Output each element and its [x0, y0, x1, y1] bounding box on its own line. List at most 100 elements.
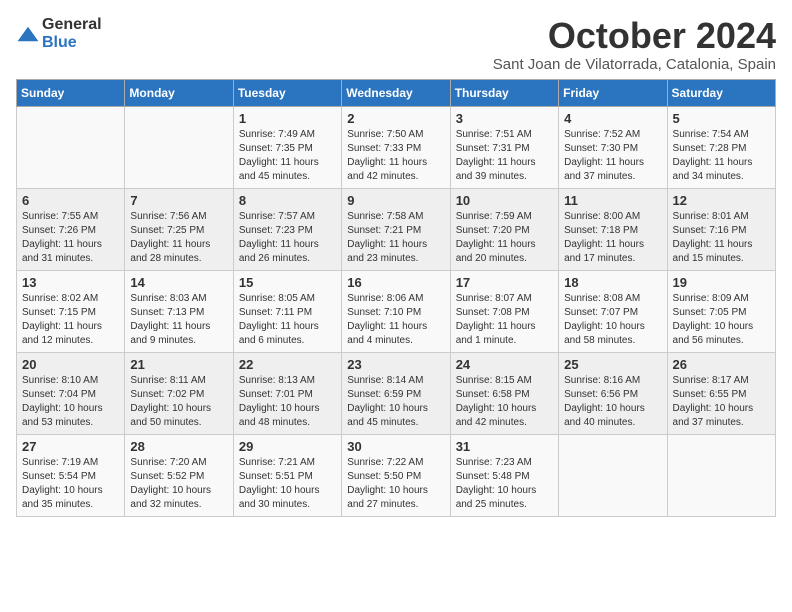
day-number: 5 [673, 111, 770, 126]
day-number: 6 [22, 193, 119, 208]
day-detail: Sunrise: 7:54 AM Sunset: 7:28 PM Dayligh… [673, 128, 770, 184]
calendar-week: 27 Sunrise: 7:19 AM Sunset: 5:54 PM Dayli… [17, 434, 776, 516]
logo-general: General [42, 16, 102, 34]
day-number: 19 [673, 275, 770, 290]
calendar-cell: 5 Sunrise: 7:54 AM Sunset: 7:28 PM Daylig… [667, 106, 775, 188]
header-row: SundayMondayTuesdayWednesdayThursdayFrid… [17, 79, 776, 106]
day-number: 27 [22, 439, 119, 454]
day-detail: Sunrise: 8:02 AM Sunset: 7:15 PM Dayligh… [22, 292, 119, 348]
header-cell: Tuesday [233, 79, 341, 106]
day-number: 4 [564, 111, 661, 126]
logo-blue: Blue [42, 34, 102, 52]
calendar-cell: 15 Sunrise: 8:05 AM Sunset: 7:11 PM Dayli… [233, 270, 341, 352]
title-area: October 2024 Sant Joan de Vilatorrada, C… [493, 16, 776, 73]
header-cell: Saturday [667, 79, 775, 106]
calendar-cell: 13 Sunrise: 8:02 AM Sunset: 7:15 PM Dayli… [17, 270, 125, 352]
calendar-cell: 10 Sunrise: 7:59 AM Sunset: 7:20 PM Dayli… [450, 188, 558, 270]
calendar-cell: 29Sunrise: 7:21 AM Sunset: 5:51 PM Dayli… [233, 434, 341, 516]
day-detail: Sunrise: 7:56 AM Sunset: 7:25 PM Dayligh… [130, 210, 227, 266]
calendar-cell: 12 Sunrise: 8:01 AM Sunset: 7:16 PM Dayli… [667, 188, 775, 270]
day-number: 31 [456, 439, 553, 454]
day-detail: Sunrise: 8:06 AM Sunset: 7:10 PM Dayligh… [347, 292, 444, 348]
day-number: 7 [130, 193, 227, 208]
day-number: 30 [347, 439, 444, 454]
day-detail: Sunrise: 8:01 AM Sunset: 7:16 PM Dayligh… [673, 210, 770, 266]
header-cell: Sunday [17, 79, 125, 106]
calendar-cell: 26 Sunrise: 8:17 AM Sunset: 6:55 PM Dayli… [667, 352, 775, 434]
day-number: 15 [239, 275, 336, 290]
day-number: 18 [564, 275, 661, 290]
day-detail: Sunrise: 8:00 AM Sunset: 7:18 PM Dayligh… [564, 210, 661, 266]
calendar-cell [559, 434, 667, 516]
header-cell: Monday [125, 79, 233, 106]
day-detail: Sunrise: 7:57 AM Sunset: 7:23 PM Dayligh… [239, 210, 336, 266]
calendar-week: 13 Sunrise: 8:02 AM Sunset: 7:15 PM Dayli… [17, 270, 776, 352]
calendar-cell [125, 106, 233, 188]
calendar-cell: 16 Sunrise: 8:06 AM Sunset: 7:10 PM Dayli… [342, 270, 450, 352]
day-detail: Sunrise: 7:21 AM Sunset: 5:51 PM Dayligh… [239, 456, 336, 512]
day-number: 11 [564, 193, 661, 208]
day-number: 26 [673, 357, 770, 372]
day-number: 10 [456, 193, 553, 208]
calendar-cell: 8 Sunrise: 7:57 AM Sunset: 7:23 PM Daylig… [233, 188, 341, 270]
calendar-week: 20Sunrise: 8:10 AM Sunset: 7:04 PM Dayli… [17, 352, 776, 434]
day-detail: Sunrise: 8:03 AM Sunset: 7:13 PM Dayligh… [130, 292, 227, 348]
day-number: 9 [347, 193, 444, 208]
day-detail: Sunrise: 7:23 AM Sunset: 5:48 PM Dayligh… [456, 456, 553, 512]
day-detail: Sunrise: 7:50 AM Sunset: 7:33 PM Dayligh… [347, 128, 444, 184]
day-number: 22 [239, 357, 336, 372]
day-number: 16 [347, 275, 444, 290]
calendar-cell: 17Sunrise: 8:07 AM Sunset: 7:08 PM Dayli… [450, 270, 558, 352]
calendar-cell: 9 Sunrise: 7:58 AM Sunset: 7:21 PM Daylig… [342, 188, 450, 270]
day-detail: Sunrise: 7:22 AM Sunset: 5:50 PM Dayligh… [347, 456, 444, 512]
calendar-cell: 30 Sunrise: 7:22 AM Sunset: 5:50 PM Dayli… [342, 434, 450, 516]
header-cell: Wednesday [342, 79, 450, 106]
day-detail: Sunrise: 8:09 AM Sunset: 7:05 PM Dayligh… [673, 292, 770, 348]
location-title: Sant Joan de Vilatorrada, Catalonia, Spa… [493, 56, 776, 73]
calendar-cell: 22 Sunrise: 8:13 AM Sunset: 7:01 PM Dayli… [233, 352, 341, 434]
day-detail: Sunrise: 8:11 AM Sunset: 7:02 PM Dayligh… [130, 374, 227, 430]
day-detail: Sunrise: 8:13 AM Sunset: 7:01 PM Dayligh… [239, 374, 336, 430]
logo-icon [16, 25, 40, 43]
day-detail: Sunrise: 7:19 AM Sunset: 5:54 PM Dayligh… [22, 456, 119, 512]
calendar-cell [667, 434, 775, 516]
calendar-cell: 25 Sunrise: 8:16 AM Sunset: 6:56 PM Dayli… [559, 352, 667, 434]
calendar-cell: 31 Sunrise: 7:23 AM Sunset: 5:48 PM Dayli… [450, 434, 558, 516]
day-number: 25 [564, 357, 661, 372]
day-number: 8 [239, 193, 336, 208]
day-detail: Sunrise: 8:10 AM Sunset: 7:04 PM Dayligh… [22, 374, 119, 430]
day-detail: Sunrise: 7:58 AM Sunset: 7:21 PM Dayligh… [347, 210, 444, 266]
calendar-cell: 2Sunrise: 7:50 AM Sunset: 7:33 PM Daylig… [342, 106, 450, 188]
day-number: 28 [130, 439, 227, 454]
calendar-cell: 20Sunrise: 8:10 AM Sunset: 7:04 PM Dayli… [17, 352, 125, 434]
logo: General Blue [16, 16, 102, 51]
header-cell: Friday [559, 79, 667, 106]
day-detail: Sunrise: 8:16 AM Sunset: 6:56 PM Dayligh… [564, 374, 661, 430]
calendar-body: 1 Sunrise: 7:49 AM Sunset: 7:35 PM Daylig… [17, 106, 776, 516]
calendar-cell: 18 Sunrise: 8:08 AM Sunset: 7:07 PM Dayli… [559, 270, 667, 352]
calendar-cell: 7 Sunrise: 7:56 AM Sunset: 7:25 PM Daylig… [125, 188, 233, 270]
calendar-header: SundayMondayTuesdayWednesdayThursdayFrid… [17, 79, 776, 106]
calendar-cell: 27 Sunrise: 7:19 AM Sunset: 5:54 PM Dayli… [17, 434, 125, 516]
day-detail: Sunrise: 7:49 AM Sunset: 7:35 PM Dayligh… [239, 128, 336, 184]
day-detail: Sunrise: 8:07 AM Sunset: 7:08 PM Dayligh… [456, 292, 553, 348]
day-detail: Sunrise: 7:52 AM Sunset: 7:30 PM Dayligh… [564, 128, 661, 184]
day-detail: Sunrise: 8:08 AM Sunset: 7:07 PM Dayligh… [564, 292, 661, 348]
calendar-cell: 1 Sunrise: 7:49 AM Sunset: 7:35 PM Daylig… [233, 106, 341, 188]
day-number: 21 [130, 357, 227, 372]
day-number: 13 [22, 275, 119, 290]
header-cell: Thursday [450, 79, 558, 106]
calendar-cell: 21 Sunrise: 8:11 AM Sunset: 7:02 PM Dayli… [125, 352, 233, 434]
day-number: 12 [673, 193, 770, 208]
day-detail: Sunrise: 7:51 AM Sunset: 7:31 PM Dayligh… [456, 128, 553, 184]
day-number: 1 [239, 111, 336, 126]
calendar-cell: 3Sunrise: 7:51 AM Sunset: 7:31 PM Daylig… [450, 106, 558, 188]
day-number: 23 [347, 357, 444, 372]
day-detail: Sunrise: 7:55 AM Sunset: 7:26 PM Dayligh… [22, 210, 119, 266]
day-detail: Sunrise: 8:17 AM Sunset: 6:55 PM Dayligh… [673, 374, 770, 430]
day-detail: Sunrise: 7:59 AM Sunset: 7:20 PM Dayligh… [456, 210, 553, 266]
day-detail: Sunrise: 8:05 AM Sunset: 7:11 PM Dayligh… [239, 292, 336, 348]
day-detail: Sunrise: 8:15 AM Sunset: 6:58 PM Dayligh… [456, 374, 553, 430]
calendar-cell: 19 Sunrise: 8:09 AM Sunset: 7:05 PM Dayli… [667, 270, 775, 352]
day-detail: Sunrise: 7:20 AM Sunset: 5:52 PM Dayligh… [130, 456, 227, 512]
